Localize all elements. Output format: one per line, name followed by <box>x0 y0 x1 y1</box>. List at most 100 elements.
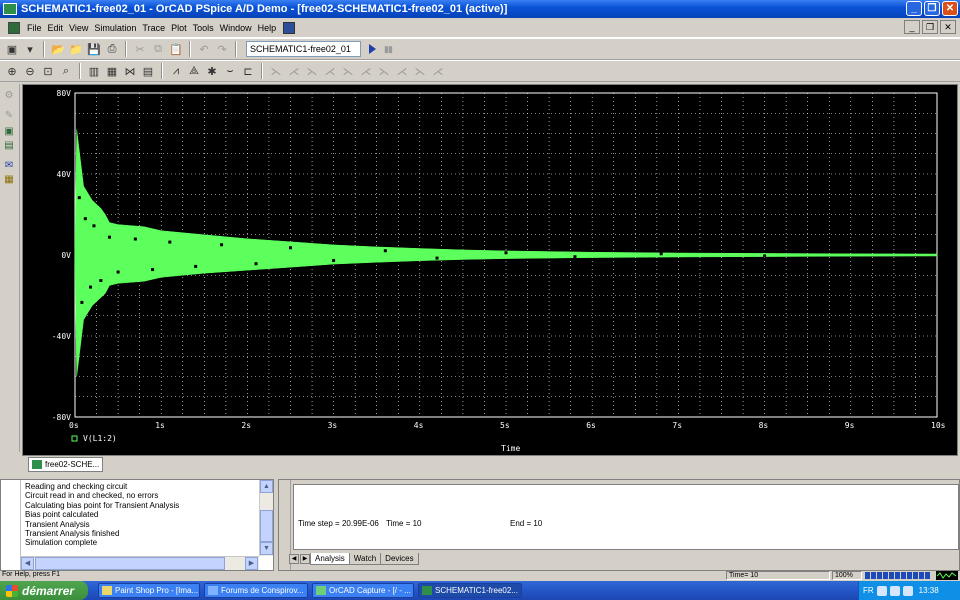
language-indicator[interactable]: FR <box>863 586 874 595</box>
output-file-icon[interactable]: ▦ <box>3 174 15 186</box>
pause-icon[interactable]: ▮▮ <box>384 44 393 55</box>
menu-simulation[interactable]: Simulation <box>91 23 139 33</box>
tray-icon-security[interactable] <box>902 585 913 596</box>
new-dropdown-icon[interactable]: ▾ <box>22 41 38 57</box>
menu-trace[interactable]: Trace <box>139 23 168 33</box>
copy-icon[interactable]: ⧉ <box>150 41 166 57</box>
taskbar-item-paint-shop-pro[interactable]: Paint Shop Pro - [Ima... <box>98 583 200 598</box>
legend-label[interactable]: V(L1:2) <box>83 434 117 443</box>
cursor-point-icon[interactable]: ⋋ <box>376 63 392 79</box>
tab-analysis[interactable]: Analysis <box>310 553 350 565</box>
panel-gutter <box>1 480 21 570</box>
tray-icon-network[interactable] <box>876 585 887 596</box>
progress-block <box>877 572 882 579</box>
browser-icon <box>208 586 218 595</box>
scroll-thumb[interactable] <box>260 510 273 542</box>
cursor-next-icon[interactable]: ⋋ <box>412 63 428 79</box>
tab-scroll-right-icon[interactable]: ▶ <box>300 554 310 564</box>
print-icon[interactable]: ⎙ <box>104 41 120 57</box>
trace-marker <box>92 224 96 228</box>
menu-window[interactable]: Window <box>217 23 255 33</box>
fourier-icon[interactable]: ⋈ <box>122 63 138 79</box>
cursor-min-icon[interactable]: ⋋ <box>340 63 356 79</box>
output-view-icon[interactable]: ▤ <box>3 140 15 152</box>
taskbar-item-pspice[interactable]: SCHEMATIC1-free02... <box>418 583 522 598</box>
log-x-icon[interactable]: ▦ <box>104 63 120 79</box>
open-file-icon[interactable]: 📁 <box>68 41 84 57</box>
cursor-trough-icon[interactable]: ⋋ <box>304 63 320 79</box>
tab-watch[interactable]: Watch <box>348 553 382 565</box>
toolbar-separator <box>125 41 127 57</box>
cursor-max-icon[interactable]: ⋌ <box>358 63 374 79</box>
start-button[interactable]: démarrer <box>0 581 88 600</box>
scroll-left-icon[interactable]: ◀ <box>21 557 34 570</box>
x-tick-label: 5s <box>500 421 510 430</box>
redo-icon[interactable]: ↷ <box>214 41 230 57</box>
scroll-h-thumb[interactable] <box>35 557 225 570</box>
zoom-out-icon[interactable]: ⊖ <box>22 63 38 79</box>
menu-help[interactable]: Help <box>255 23 280 33</box>
document-tab[interactable]: free02-SCHE... <box>28 457 104 472</box>
scroll-right-icon[interactable]: ▶ <box>245 557 258 570</box>
menu-view[interactable]: View <box>66 23 91 33</box>
x-tick-label: 1s <box>155 421 165 430</box>
mdi-minimize-button[interactable]: _ <box>904 20 920 34</box>
scroll-down-icon[interactable]: ▼ <box>260 542 273 555</box>
toolbar-separator <box>43 41 45 57</box>
zoom-in-icon[interactable]: ⊕ <box>4 63 20 79</box>
cut-icon[interactable]: ✂ <box>132 41 148 57</box>
menu-file[interactable]: File <box>24 23 45 33</box>
undo-icon[interactable]: ↶ <box>196 41 212 57</box>
save-icon[interactable]: 💾 <box>86 41 102 57</box>
mdi-restore-button[interactable]: ❐ <box>922 20 938 34</box>
simulation-view-icon[interactable]: ▣ <box>3 126 15 138</box>
context-help-icon[interactable] <box>283 21 296 34</box>
menu-edit[interactable]: Edit <box>45 23 67 33</box>
status-zoom: 100% <box>832 571 862 580</box>
restore-button[interactable]: ❐ <box>924 1 940 16</box>
add-marker-icon[interactable]: ✱ <box>204 63 220 79</box>
mark-data-points-icon[interactable]: ⌣ <box>222 63 238 79</box>
menu-plot[interactable]: Plot <box>168 23 190 33</box>
cursor-slope-icon[interactable]: ⋌ <box>322 63 338 79</box>
tab-devices[interactable]: Devices <box>380 553 419 565</box>
open-folder-icon[interactable]: 📂 <box>50 41 66 57</box>
cursor-search-icon[interactable]: ⋌ <box>394 63 410 79</box>
progress-block <box>883 572 888 579</box>
close-button[interactable]: ✕ <box>942 1 958 16</box>
tray-icon-volume[interactable] <box>889 585 900 596</box>
zoom-area-icon[interactable]: ⊡ <box>40 63 56 79</box>
title-bar: SCHEMATIC1-free02_01 - OrCAD PSpice A/D … <box>0 0 960 18</box>
toggle-grid-icon[interactable]: ▥ <box>86 63 102 79</box>
edit-profile-icon[interactable]: ✎ <box>3 110 15 122</box>
y-tick-label: -40V <box>52 332 71 341</box>
output-log-panel: Reading and checking circuit Circuit rea… <box>0 479 274 571</box>
waveform-plot[interactable]: 0s 1s 2s 3s 4s 5s 6s 7s 8s 9s 10s 80V 40V 0V -40V -80V… <box>23 85 957 455</box>
trace-marker <box>289 246 292 250</box>
mdi-close-button[interactable]: ✕ <box>940 20 956 34</box>
message-view-icon[interactable]: ✉ <box>3 160 15 172</box>
new-simulation-icon[interactable]: ▣ <box>4 41 20 57</box>
paste-icon[interactable]: 📋 <box>168 41 184 57</box>
log-horizontal-scrollbar[interactable]: ◀ ▶ <box>21 556 259 570</box>
taskbar-item-forums[interactable]: Forums de Conspirov... <box>204 583 308 598</box>
minimize-button[interactable]: _ <box>906 1 922 16</box>
cursor-mark-icon[interactable]: ⋌ <box>430 63 446 79</box>
performance-analysis-icon[interactable]: ▤ <box>140 63 156 79</box>
add-trace-icon[interactable]: ⩘ <box>168 63 184 79</box>
menu-tools[interactable]: Tools <box>190 23 217 33</box>
taskbar-item-orcad-capture[interactable]: OrCAD Capture - [/ - ... <box>312 583 414 598</box>
eval-goal-icon[interactable]: ⟁ <box>186 63 202 79</box>
cursor-peak-icon[interactable]: ⋌ <box>286 63 302 79</box>
tab-scroll-left-icon[interactable]: ◀ <box>289 554 299 564</box>
document-icon[interactable] <box>8 21 20 34</box>
simulation-profile-select[interactable]: SCHEMATIC1-free02_01 <box>246 41 361 57</box>
zoom-fit-icon[interactable]: ⌕ <box>58 63 74 79</box>
text-label-icon[interactable]: ⊏ <box>240 63 256 79</box>
toolbar-separator <box>235 41 237 57</box>
settings-icon[interactable]: ⚙ <box>3 90 15 102</box>
run-icon[interactable] <box>369 44 376 54</box>
cursor-toggle-icon[interactable]: ⋋ <box>268 63 284 79</box>
scroll-up-icon[interactable]: ▲ <box>260 480 273 493</box>
log-vertical-scrollbar[interactable]: ▲ ▼ <box>259 480 273 556</box>
